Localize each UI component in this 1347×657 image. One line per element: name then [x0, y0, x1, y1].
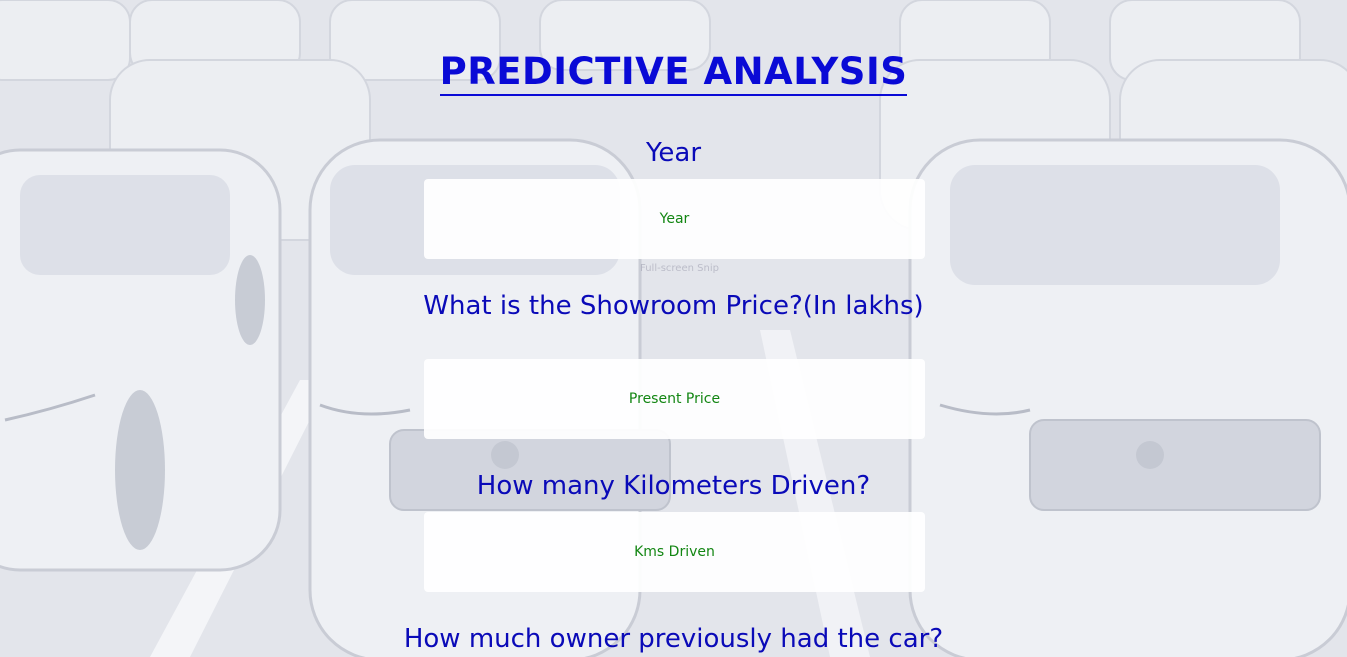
prediction-form-page: PREDICTIVE ANALYSIS Year Full-screen Sni…	[0, 0, 1347, 657]
kms-driven-input[interactable]	[424, 512, 925, 592]
year-label: Year	[645, 138, 702, 168]
snip-overlay-text: Full-screen Snip	[640, 263, 719, 274]
showroom-price-label: What is the Showroom Price?(In lakhs)	[423, 291, 924, 321]
page-title: PREDICTIVE ANALYSIS	[0, 50, 1347, 96]
year-input[interactable]	[424, 179, 925, 259]
present-price-input[interactable]	[424, 359, 925, 439]
kms-driven-label: How many Kilometers Driven?	[476, 471, 871, 501]
owner-count-label: How much owner previously had the car?	[403, 624, 944, 654]
